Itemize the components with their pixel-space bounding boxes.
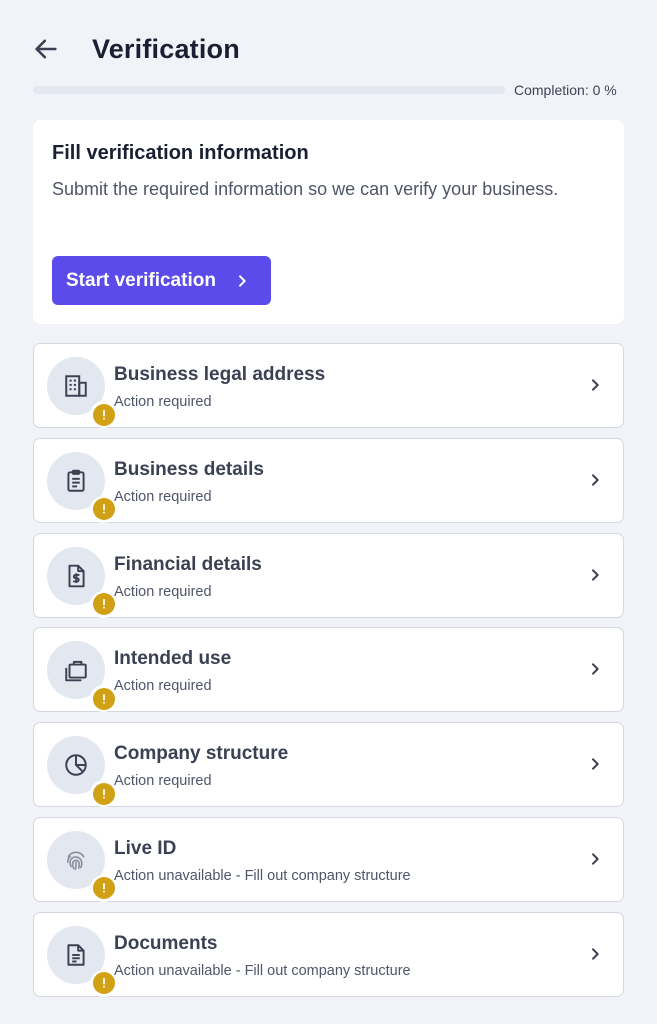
warning-icon <box>90 590 117 618</box>
dollar-document-icon <box>68 564 85 587</box>
step-live-id[interactable]: Live ID Action unavailable - Fill out co… <box>33 816 624 902</box>
header: Verification <box>32 28 240 70</box>
building-icon <box>65 375 87 397</box>
step-icon-container <box>47 641 117 713</box>
chevron-right-icon <box>585 944 605 964</box>
warning-icon <box>90 401 117 428</box>
chevron-right-icon <box>234 273 250 289</box>
chevron-right-icon <box>585 565 605 585</box>
step-icon-container <box>47 830 117 902</box>
progress-label: Completion: 0 % <box>514 82 617 98</box>
warning-icon <box>90 969 117 997</box>
step-intended-use[interactable]: Intended use Action required <box>33 627 624 713</box>
step-title: Intended use <box>114 648 232 670</box>
warning-icon <box>90 685 117 713</box>
step-icon-container <box>47 736 117 808</box>
step-icon-container <box>47 357 117 428</box>
chevron-right-icon <box>585 659 605 679</box>
pie-chart-icon <box>65 754 87 776</box>
step-icon-container <box>47 451 117 523</box>
chevron-right-icon <box>585 375 605 395</box>
step-documents[interactable]: Documents Action unavailable - Fill out … <box>33 911 624 997</box>
step-title: Live ID <box>114 837 177 859</box>
step-company-structure[interactable]: Company structure Action required <box>33 722 624 808</box>
completion-progress: Completion: 0 % <box>33 80 625 100</box>
step-status: Action required <box>114 488 212 505</box>
step-business-details[interactable]: Business details Action required <box>33 437 624 523</box>
step-status: Action required <box>114 394 212 410</box>
warning-icon <box>90 874 117 902</box>
step-title: Financial details <box>114 553 262 575</box>
arrow-left-icon <box>35 39 57 59</box>
warning-icon <box>90 495 117 523</box>
step-title: Documents <box>114 932 218 954</box>
warning-icon <box>90 780 117 808</box>
start-verification-label: Start verification <box>66 269 216 291</box>
step-status: Action required <box>114 773 212 790</box>
start-verification-button[interactable]: Start verification <box>52 256 271 305</box>
intro-title: Fill verification information <box>52 142 309 164</box>
clipboard-icon <box>67 469 85 492</box>
step-business-legal-address[interactable]: Business legal address Action required <box>33 343 624 428</box>
chevron-right-icon <box>585 470 605 490</box>
fingerprint-icon <box>66 851 85 871</box>
back-button[interactable] <box>32 29 72 69</box>
step-status: Action unavailable - Fill out company st… <box>114 962 411 979</box>
page-title: Verification <box>92 33 240 64</box>
step-icon-container <box>47 546 117 618</box>
step-title: Company structure <box>114 743 289 765</box>
step-status: Action required <box>114 583 212 600</box>
chevron-right-icon <box>585 849 605 869</box>
step-title: Business details <box>114 458 264 480</box>
step-financial-details[interactable]: Financial details Action required <box>33 532 624 618</box>
intro-card: Fill verification information Submit the… <box>33 120 624 324</box>
intro-description: Submit the required information so we ca… <box>52 179 559 199</box>
briefcase-icon <box>65 661 87 682</box>
chevron-right-icon <box>585 754 605 774</box>
step-status: Action unavailable - Fill out company st… <box>114 867 411 884</box>
step-title: Business legal address <box>114 364 326 385</box>
step-status: Action required <box>114 678 212 695</box>
verification-steps: Business legal address Action required B… <box>33 343 624 1007</box>
document-icon <box>67 944 85 966</box>
step-icon-container <box>47 925 117 997</box>
progress-bar <box>33 86 505 94</box>
